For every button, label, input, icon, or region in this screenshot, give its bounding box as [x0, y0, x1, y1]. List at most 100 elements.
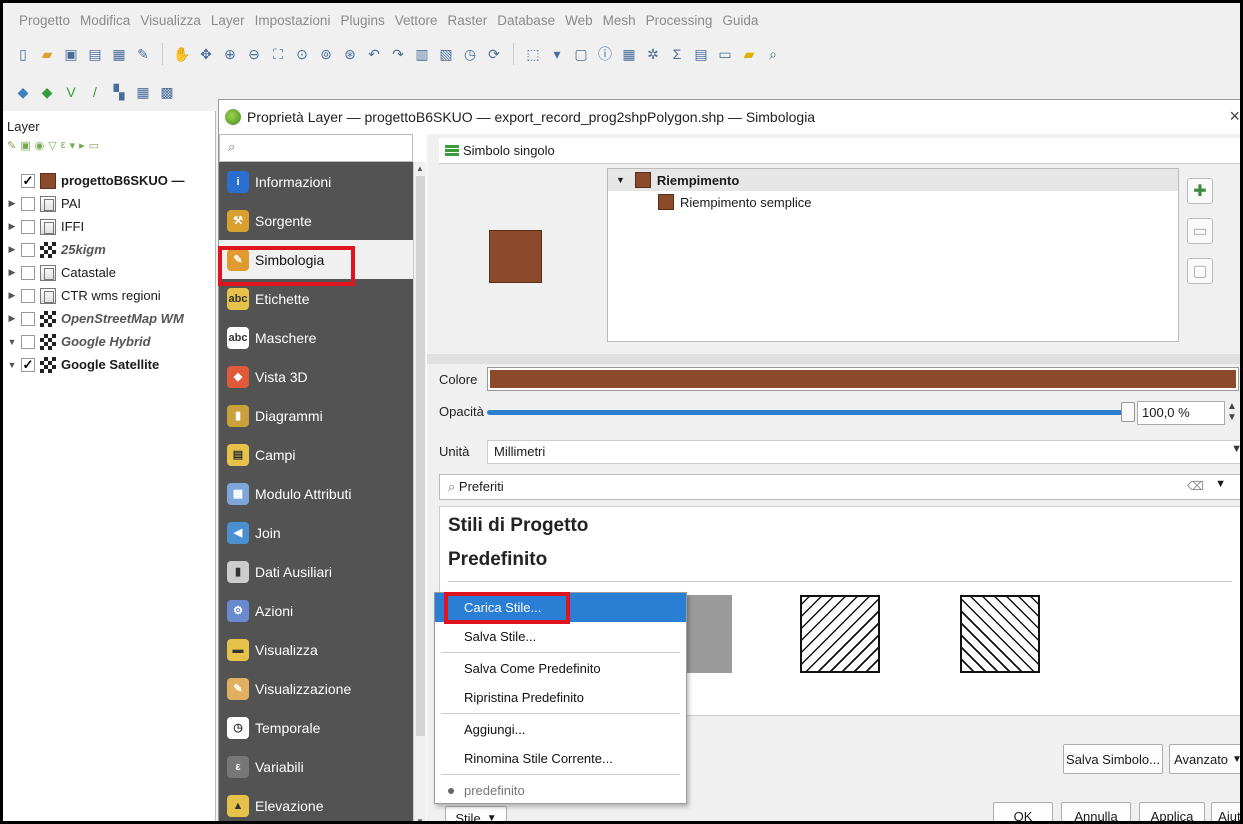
menu-processing[interactable]: Processing [646, 13, 713, 28]
sidebar-item-vista-3d[interactable]: ◆ Vista 3D [219, 357, 413, 396]
pan-icon[interactable]: ✋ [172, 44, 192, 64]
expand-icon[interactable]: ▶ [5, 221, 19, 232]
lock-symbol-layer-button[interactable]: ▢ [1187, 258, 1213, 284]
annotation-icon[interactable]: ▰ [739, 44, 759, 64]
zoom-in-icon[interactable]: ⊕ [220, 44, 240, 64]
layer-row[interactable]: ✓ progettoB6SKUO — [3, 169, 215, 192]
attribute-table-icon[interactable]: ▦ [619, 44, 639, 64]
layer-row[interactable]: ▶ PAI [3, 192, 215, 215]
layer-visibility-checkbox[interactable] [21, 219, 35, 234]
symbol-hatch-forward[interactable] [800, 595, 880, 673]
layer-row[interactable]: ▶ OpenStreetMap WM [3, 307, 215, 330]
expand-icon[interactable]: ▼ [5, 337, 19, 347]
opacity-slider[interactable] [487, 410, 1127, 415]
layer-visibility-checkbox[interactable] [21, 311, 35, 326]
new-project-icon[interactable]: ▯ [13, 44, 33, 64]
sidebar-item-elevazione[interactable]: ▲ Elevazione [219, 786, 413, 821]
remove-layer-icon[interactable]: ▭ [89, 139, 99, 157]
open-project-icon[interactable]: ▰ [37, 44, 57, 64]
layer-row[interactable]: ▶ Catastale [3, 261, 215, 284]
layer-row[interactable]: ▼ ✓ Google Satellite [3, 353, 215, 376]
menu-vettore[interactable]: Vettore [395, 13, 438, 28]
menu-item[interactable]: Rinomina Stile Corrente... [435, 744, 686, 773]
pan-to-selection-icon[interactable]: ✥ [196, 44, 216, 64]
symbol-tree-child[interactable]: Riempimento semplice [608, 191, 1178, 213]
layer-visibility-checkbox[interactable]: ✓ [21, 173, 35, 188]
opacity-spinbox[interactable]: 100,0 % [1137, 401, 1225, 425]
symbol-tree-root[interactable]: ▼ Riempimento [608, 169, 1178, 191]
style-manager-icon[interactable]: ✎ [133, 44, 153, 64]
symbol-search-input[interactable]: ⌕ Preferiti ⌫ ▼ [439, 474, 1240, 500]
zoom-next-icon[interactable]: ↷ [388, 44, 408, 64]
zoom-layer-icon[interactable]: ⊚ [316, 44, 336, 64]
menu-modifica[interactable]: Modifica [80, 13, 130, 28]
chevron-down-icon[interactable]: ▼ [616, 175, 625, 185]
filter-expression-icon[interactable]: ε [61, 139, 66, 157]
sidebar-item-informazioni[interactable]: i Informazioni [219, 162, 413, 201]
menu-item[interactable]: Aggiungi... [435, 715, 686, 744]
layer-visibility-checkbox[interactable] [21, 334, 35, 349]
menu-mesh[interactable]: Mesh [603, 13, 636, 28]
add-vector-icon[interactable]: V [61, 82, 81, 102]
menu-item[interactable]: predefinito [435, 776, 686, 805]
menu-guida[interactable]: Guida [722, 13, 758, 28]
renderer-select[interactable]: Simbolo singolo [439, 138, 1240, 164]
digitize-icon[interactable]: ◆ [37, 82, 57, 102]
layer-row[interactable]: ▶ 25kigm [3, 238, 215, 261]
menu-item[interactable]: Salva Stile... [435, 622, 686, 651]
close-button[interactable]: × [1229, 106, 1240, 127]
collapse-all-icon[interactable]: ▸ [79, 139, 85, 157]
cancel-button[interactable]: Annulla [1061, 802, 1131, 821]
add-group-icon[interactable]: ▣ [20, 139, 30, 157]
add-raster-icon[interactable]: ▚ [109, 82, 129, 102]
save-symbol-button[interactable]: Salva Simbolo... [1063, 744, 1163, 774]
layer-row[interactable]: ▶ IFFI [3, 215, 215, 238]
add-mesh-icon[interactable]: ▦ [133, 82, 153, 102]
layer-visibility-checkbox[interactable] [21, 196, 35, 211]
splitter[interactable] [427, 354, 1240, 364]
open-styling-icon[interactable]: ✎ [7, 139, 16, 157]
search-tool-icon[interactable]: ⌕ [763, 44, 783, 64]
expand-icon[interactable]: ▼ [5, 360, 19, 370]
zoom-out-icon[interactable]: ⊖ [244, 44, 264, 64]
sidebar-item-visualizzazione[interactable]: ✎ Visualizzazione [219, 669, 413, 708]
menu-raster[interactable]: Raster [448, 13, 488, 28]
chevron-down-icon[interactable]: ▼ [1215, 478, 1226, 490]
expand-icon[interactable]: ▶ [5, 313, 19, 324]
sidebar-search-input[interactable]: ⌕ [219, 134, 413, 162]
symbol-hatch-backward[interactable] [960, 595, 1040, 673]
temporal-icon[interactable]: ◷ [460, 44, 480, 64]
menu-progetto[interactable]: Progetto [19, 13, 70, 28]
sidebar-item-maschere[interactable]: abc Maschere [219, 318, 413, 357]
add-layer-icon[interactable]: ◆ [13, 82, 33, 102]
menu-visualizza[interactable]: Visualizza [140, 13, 201, 28]
menu-plugins[interactable]: Plugins [340, 13, 384, 28]
new-bookmark-icon[interactable]: ▥ [412, 44, 432, 64]
sidebar-item-join[interactable]: ◀ Join [219, 513, 413, 552]
sidebar-item-modulo-attributi[interactable]: ▦ Modulo Attributi [219, 474, 413, 513]
map-tips-icon[interactable]: ▭ [715, 44, 735, 64]
color-button[interactable] [487, 367, 1239, 391]
layer-visibility-checkbox[interactable] [21, 242, 35, 257]
menu-web[interactable]: Web [565, 13, 593, 28]
sidebar-item-variabili[interactable]: ε Variabili [219, 747, 413, 786]
show-bookmarks-icon[interactable]: ▧ [436, 44, 456, 64]
measure-icon[interactable]: ▤ [691, 44, 711, 64]
refresh-icon[interactable]: ⟳ [484, 44, 504, 64]
expand-icon[interactable]: ▶ [5, 290, 19, 301]
menu-impostazioni[interactable]: Impostazioni [255, 13, 331, 28]
sidebar-item-campi[interactable]: ▤ Campi [219, 435, 413, 474]
add-symbol-layer-button[interactable]: ✚ [1187, 178, 1213, 204]
expand-icon[interactable]: ▶ [5, 244, 19, 255]
layout-manager-icon[interactable]: ▦ [109, 44, 129, 64]
zoom-selection-icon[interactable]: ⊙ [292, 44, 312, 64]
menu-item[interactable]: Ripristina Predefinito [435, 683, 686, 712]
layer-row[interactable]: ▶ CTR wms regioni [3, 284, 215, 307]
advanced-button[interactable]: Avanzato ▼ [1169, 744, 1240, 774]
sidebar-scrollbar[interactable]: ▲ ▼ [413, 162, 426, 821]
zoom-last-icon[interactable]: ↶ [364, 44, 384, 64]
select-features-icon[interactable]: ⬚ [523, 44, 543, 64]
sidebar-item-temporale[interactable]: ◷ Temporale [219, 708, 413, 747]
sidebar-item-visualizza[interactable]: ▬ Visualizza [219, 630, 413, 669]
add-line-icon[interactable]: / [85, 82, 105, 102]
